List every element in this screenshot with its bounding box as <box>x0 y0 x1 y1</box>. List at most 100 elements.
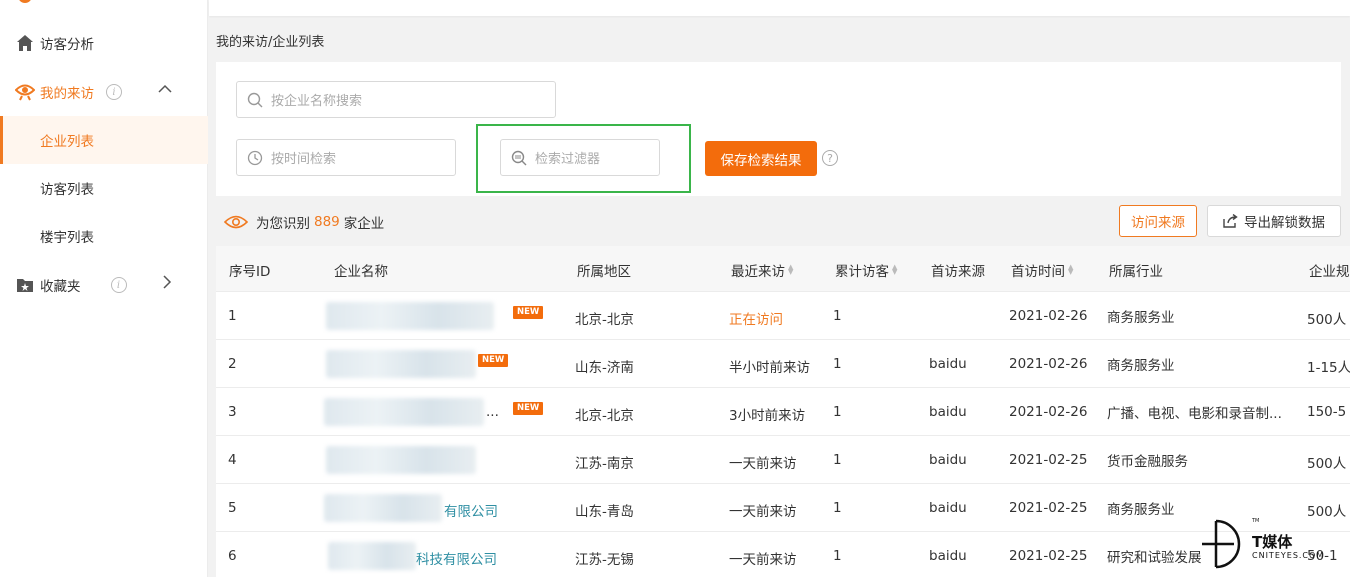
table-row[interactable]: 3 ... NEW 北京-北京 3小时前来访 1 baidu 2021-02-2… <box>216 388 1350 436</box>
sidebar-subitem-label: 访客列表 <box>40 182 94 198</box>
header-recent-visit[interactable]: 最近来访 ▲ ▼ <box>731 260 793 281</box>
header-company-name: 企业名称 <box>334 264 388 280</box>
cell-industry: 商务服务业 <box>1107 502 1175 518</box>
time-search-input[interactable]: 按时间检索 <box>236 139 456 176</box>
cell-region: 江苏-无锡 <box>575 552 634 568</box>
help-icon[interactable]: ? <box>822 150 838 166</box>
sidebar-item-visitor-analysis[interactable]: 访客分析 <box>0 19 208 67</box>
cell-region: 山东-济南 <box>575 360 634 376</box>
header-label: 最近来访 <box>731 264 785 280</box>
save-search-button[interactable]: 保存检索结果 <box>705 141 817 176</box>
sidebar-subitem-building-list[interactable]: 楼宇列表 <box>0 212 208 260</box>
cell-visitors: 1 <box>833 404 842 420</box>
cell-region: 北京-北京 <box>575 408 634 424</box>
cell-industry: 研究和试验发展 <box>1107 550 1202 566</box>
table-row[interactable]: 6 科技有限公司 江苏-无锡 一天前来访 1 baidu 2021-02-25 … <box>216 532 1350 577</box>
eye-icon <box>14 81 36 103</box>
cell-recent-visit: 3小时前来访 <box>729 408 806 424</box>
sidebar-item-label: 访客分析 <box>40 37 94 53</box>
cell-source: baidu <box>929 404 967 420</box>
watermark-tm: TM <box>1252 518 1260 524</box>
breadcrumb: 我的来访/企业列表 <box>216 35 325 50</box>
cell-first-time: 2021-02-25 <box>1009 500 1088 516</box>
cell-id: 2 <box>228 356 237 372</box>
cell-recent-visit: 正在访问 <box>729 312 783 328</box>
summary-suffix: 家企业 <box>343 216 385 232</box>
chevron-up-icon[interactable] <box>158 82 172 98</box>
cell-industry: 货币金融服务 <box>1107 454 1188 470</box>
cell-scale: 150-5 <box>1307 404 1347 420</box>
cell-visitors: 1 <box>833 452 842 468</box>
cell-company-name-suffix[interactable]: 有限公司 <box>444 500 498 520</box>
folder-star-icon <box>14 274 36 296</box>
filter-search-icon <box>511 150 527 165</box>
table-row[interactable]: 2 NEW 山东-济南 半小时前来访 1 baidu 2021-02-26 商务… <box>216 340 1350 388</box>
new-badge: NEW <box>513 306 544 319</box>
header-scale: 企业规 <box>1309 264 1350 280</box>
cell-first-time: 2021-02-25 <box>1009 452 1088 468</box>
redacted-company-name <box>328 542 416 570</box>
company-count: 889 <box>314 214 340 230</box>
cell-first-time: 2021-02-26 <box>1009 404 1088 420</box>
cell-company-name-suffix: ... <box>486 404 499 420</box>
cell-source: baidu <box>929 356 967 372</box>
redacted-company-name <box>324 398 484 426</box>
redacted-company-name <box>326 446 476 474</box>
watermark: T媒体 TM CNITEYES.COM <box>1200 517 1350 577</box>
table-row[interactable]: 5 有限公司 山东-青岛 一天前来访 1 baidu 2021-02-25 商务… <box>216 484 1350 532</box>
cell-visitors: 1 <box>833 356 842 372</box>
cell-recent-visit: 一天前来访 <box>729 504 797 520</box>
filter-input[interactable]: 检索过滤器 <box>500 139 660 176</box>
sidebar-item-my-visits[interactable]: 我的来访 i <box>0 68 208 116</box>
top-bar <box>209 0 1350 16</box>
header-total-visitors[interactable]: 累计访客 ▲ ▼ <box>835 260 897 281</box>
company-table: 序号ID 企业名称 所属地区 最近来访 ▲ ▼ 累计访客 ▲ ▼ 首访来源 首访时间… <box>216 246 1350 577</box>
sort-icon[interactable]: ▲ ▼ <box>788 264 793 276</box>
eye-icon <box>224 215 248 229</box>
cell-id: 5 <box>228 500 237 516</box>
summary: 为您识别 889 家企业 <box>224 210 384 234</box>
cell-first-time: 2021-02-25 <box>1009 548 1088 564</box>
sidebar-subitem-visitor-list[interactable]: 访客列表 <box>0 164 208 212</box>
cell-industry: 商务服务业 <box>1107 358 1175 374</box>
sidebar-subitem-company-list[interactable]: 企业列表 <box>0 116 208 164</box>
logo <box>18 0 78 4</box>
header-label: 首访时间 <box>1011 264 1065 280</box>
sort-icon[interactable]: ▲ ▼ <box>1068 264 1073 276</box>
cell-id: 3 <box>228 404 237 420</box>
sidebar: 访客分析 我的来访 i 企业列表 访客列表 楼宇列表 收藏夹 i <box>0 0 208 577</box>
redacted-company-name <box>324 494 442 522</box>
cell-recent-visit: 半小时前来访 <box>729 360 810 376</box>
new-badge: NEW <box>513 402 544 415</box>
cell-industry: 商务服务业 <box>1107 310 1175 326</box>
home-icon <box>14 32 36 54</box>
cell-scale: 500人 <box>1307 312 1347 328</box>
cell-recent-visit: 一天前来访 <box>729 552 797 568</box>
sidebar-subitem-label: 楼宇列表 <box>40 230 94 246</box>
header-first-time[interactable]: 首访时间 ▲ ▼ <box>1011 260 1073 281</box>
sidebar-subitem-label: 企业列表 <box>40 134 94 150</box>
visit-source-button[interactable]: 访问来源 <box>1119 205 1197 237</box>
watermark-subtitle: CNITEYES.COM <box>1252 551 1325 560</box>
cell-first-time: 2021-02-26 <box>1009 308 1088 324</box>
table-row[interactable]: 4 江苏-南京 一天前来访 1 baidu 2021-02-25 货币金融服务 … <box>216 436 1350 484</box>
export-icon <box>1223 214 1238 228</box>
cell-company-name-suffix[interactable]: 科技有限公司 <box>416 548 497 568</box>
filter-placeholder: 检索过滤器 <box>535 152 601 167</box>
sidebar-item-label: 我的来访 <box>40 86 94 102</box>
redacted-company-name <box>326 350 476 378</box>
table-row[interactable]: 1 NEW 北京-北京 正在访问 1 2021-02-26 商务服务业 500人 <box>216 292 1350 340</box>
info-icon[interactable]: i <box>106 84 122 100</box>
sort-icon[interactable]: ▲ ▼ <box>892 264 897 276</box>
watermark-logo-icon <box>1202 519 1241 569</box>
company-search-input[interactable]: 按企业名称搜索 <box>236 81 556 118</box>
info-icon[interactable]: i <box>110 277 127 293</box>
cell-source: baidu <box>929 548 967 564</box>
sidebar-item-favorites[interactable]: 收藏夹 i <box>0 261 208 309</box>
cell-id: 6 <box>228 548 237 564</box>
export-button[interactable]: 导出解锁数据 <box>1207 205 1341 237</box>
chevron-right-icon[interactable] <box>162 275 172 293</box>
cell-source: baidu <box>929 452 967 468</box>
cell-recent-visit: 一天前来访 <box>729 456 797 472</box>
header-industry: 所属行业 <box>1109 264 1163 280</box>
